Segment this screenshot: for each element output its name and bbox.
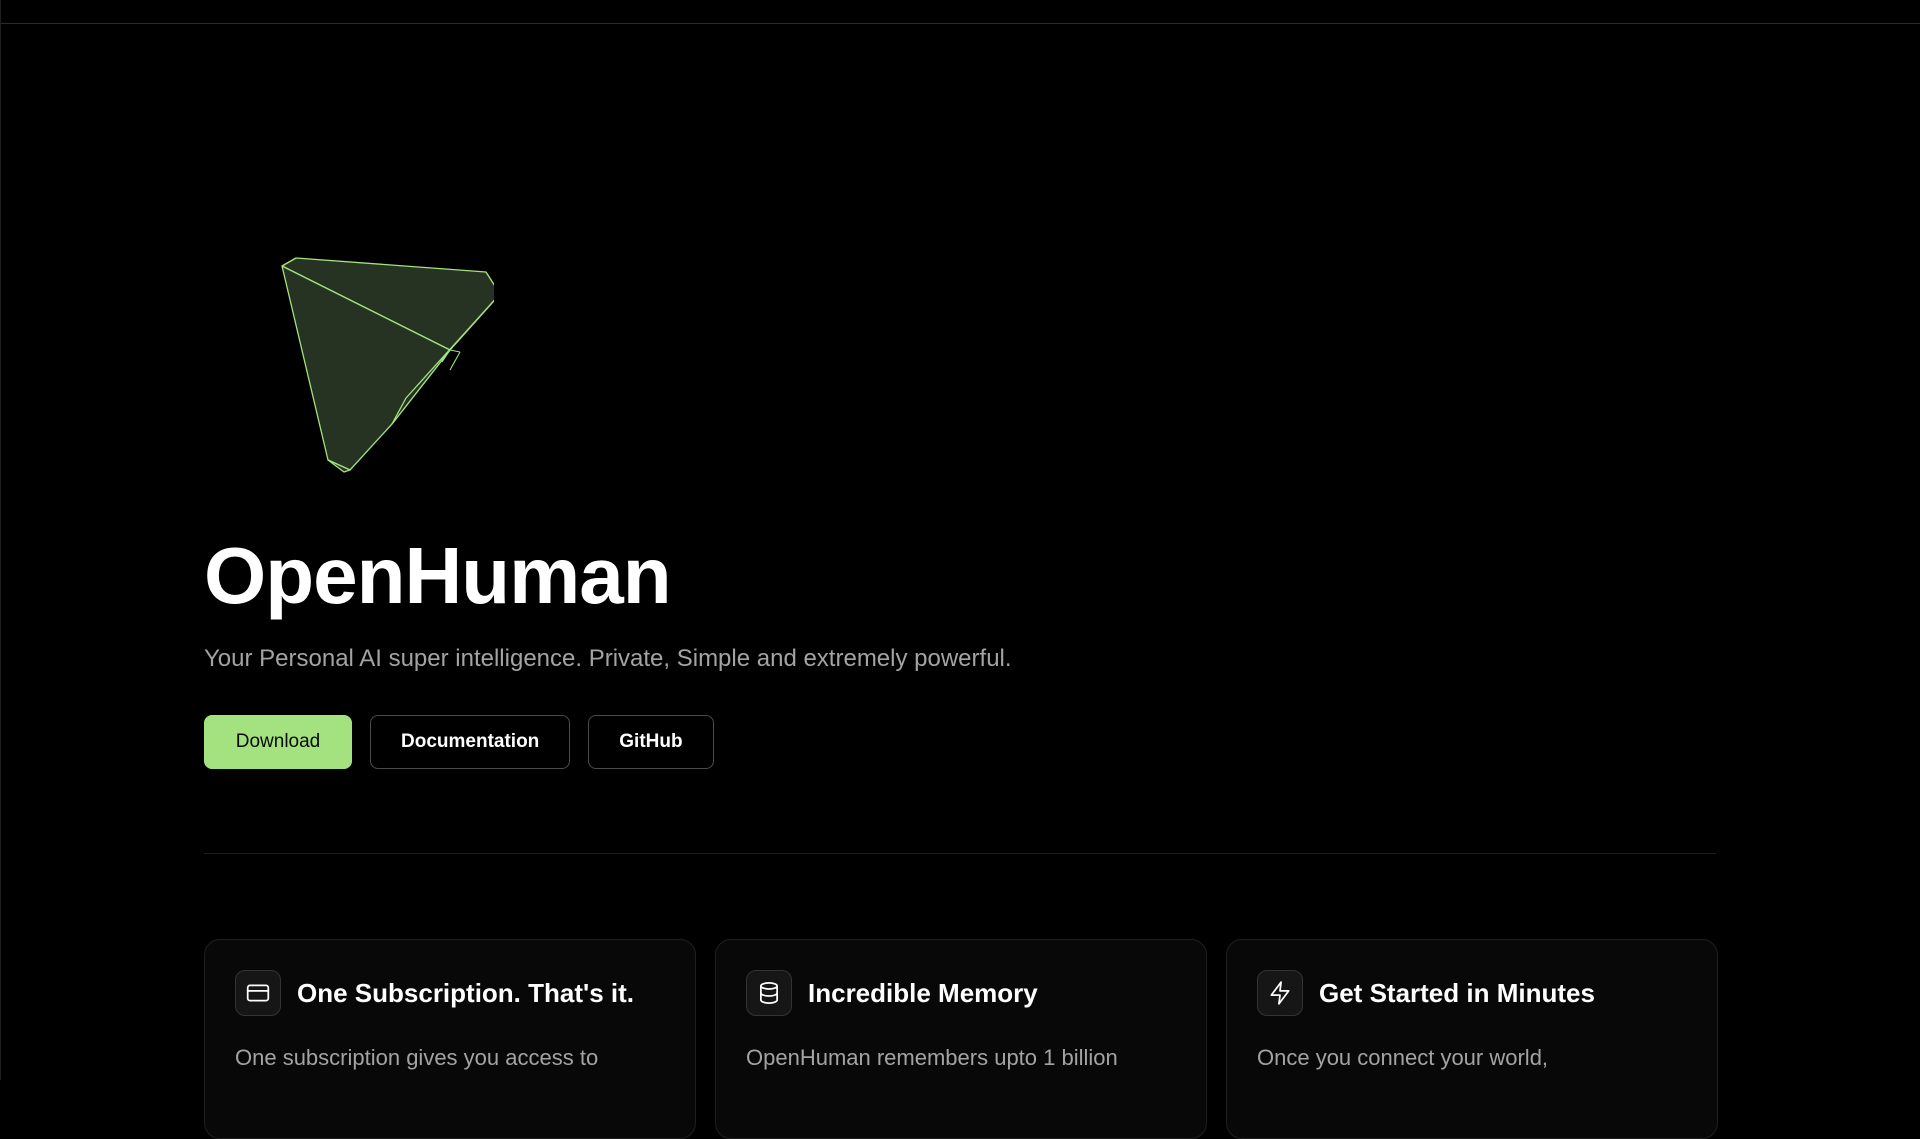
hero-actions: Download Documentation GitHub <box>204 715 714 769</box>
feature-description: Once you connect your world, <box>1257 1045 1549 1070</box>
top-bar <box>0 0 1920 24</box>
documentation-button[interactable]: Documentation <box>370 715 571 769</box>
wireframe-pyramid-logo <box>281 257 494 473</box>
features-grid: One Subscription. That's it. One subscri… <box>204 939 1718 1139</box>
page-title: OpenHuman <box>204 531 672 620</box>
credit-card-icon <box>235 970 281 1016</box>
database-icon <box>746 970 792 1016</box>
feature-title: Get Started in Minutes <box>1319 977 1595 1008</box>
feature-card-subscription: One Subscription. That's it. One subscri… <box>204 939 696 1139</box>
feature-description: OpenHuman remembers upto 1 billion <box>746 1045 1118 1070</box>
feature-card-get-started: Get Started in Minutes Once you connect … <box>1226 939 1718 1139</box>
lightning-icon <box>1257 970 1303 1016</box>
feature-card-memory: Incredible Memory OpenHuman remembers up… <box>715 939 1207 1139</box>
window-edge <box>0 0 1 1080</box>
feature-description: One subscription gives you access to <box>235 1045 599 1070</box>
download-button[interactable]: Download <box>204 715 352 769</box>
tagline: Your Personal AI super intelligence. Pri… <box>204 645 1012 672</box>
section-divider <box>204 853 1716 854</box>
feature-title: One Subscription. That's it. <box>297 977 634 1008</box>
github-button[interactable]: GitHub <box>588 715 714 769</box>
feature-title: Incredible Memory <box>808 977 1038 1008</box>
